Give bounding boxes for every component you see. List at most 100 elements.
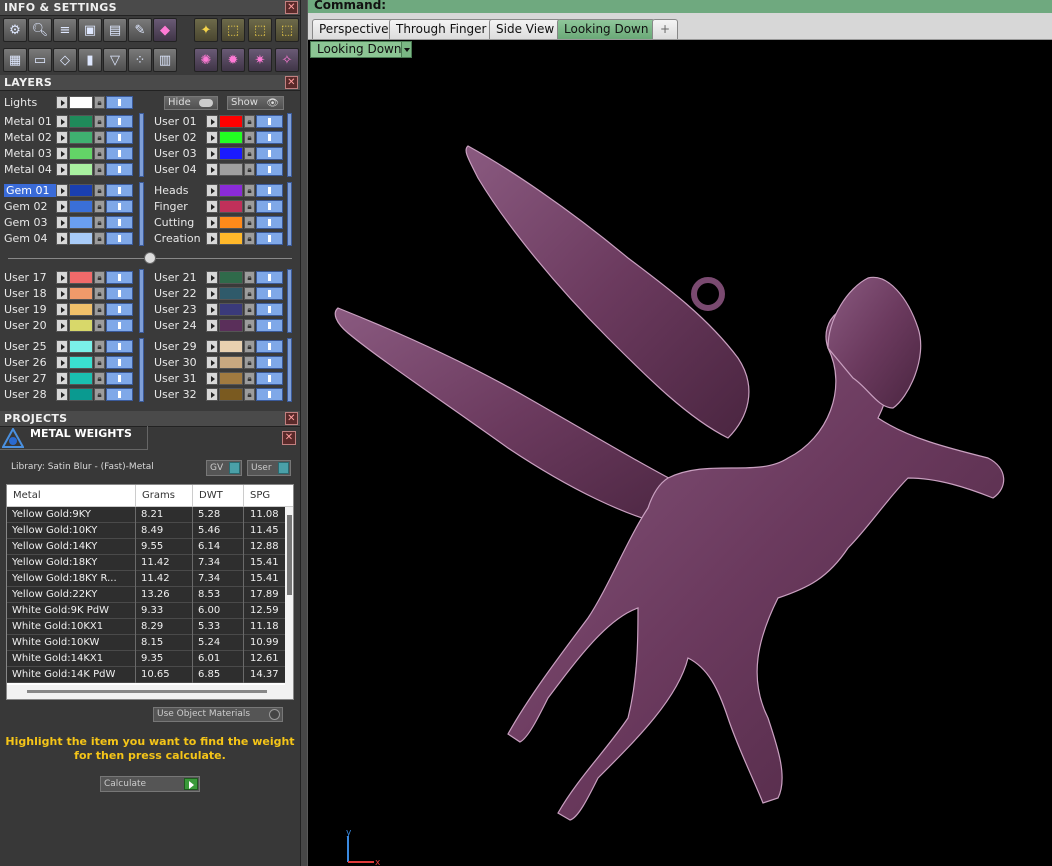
layer-row[interactable]: User 25 🔒︎: [4, 338, 133, 354]
lock-icon[interactable]: 🔒︎: [244, 130, 255, 144]
pencil-icon[interactable]: ✎: [128, 18, 152, 42]
layer-color-swatch[interactable]: [69, 215, 93, 229]
visibility-toggle[interactable]: [106, 130, 133, 144]
layer-name[interactable]: User 28: [4, 388, 56, 401]
layer-color-swatch[interactable]: [219, 371, 243, 385]
expand-arrow-icon[interactable]: [56, 270, 68, 284]
model-viewport[interactable]: [308, 58, 1052, 866]
layer-row[interactable]: User 29 🔒︎: [154, 338, 283, 354]
layer-row[interactable]: User 27 🔒︎: [4, 370, 133, 386]
snap-icon[interactable]: ✹: [221, 48, 245, 72]
funnel-icon[interactable]: ▽: [103, 48, 127, 72]
visibility-toggle[interactable]: [106, 114, 133, 128]
orbit-icon[interactable]: ✺: [194, 48, 218, 72]
expand-arrow-icon[interactable]: [56, 183, 68, 197]
lock-icon[interactable]: 🔒︎: [244, 286, 255, 300]
layer-color-swatch[interactable]: [219, 199, 243, 213]
table-row[interactable]: Yellow Gold:10KY 8.49 5.46 11.45: [7, 523, 287, 539]
lock-icon[interactable]: 🔒︎: [94, 95, 105, 109]
layer-group-bar[interactable]: [287, 269, 292, 333]
lock-icon[interactable]: 🔒︎: [94, 130, 105, 144]
lock-icon[interactable]: 🔒︎: [94, 371, 105, 385]
layer-name[interactable]: User 01: [154, 115, 206, 128]
layer-color-swatch[interactable]: [219, 355, 243, 369]
layer-row[interactable]: User 20 🔒︎: [4, 317, 133, 333]
expand-arrow-icon[interactable]: [56, 286, 68, 300]
layer-color-swatch[interactable]: [219, 318, 243, 332]
layer-name[interactable]: Metal 01: [4, 115, 56, 128]
use-object-materials-toggle[interactable]: Use Object Materials: [153, 707, 283, 722]
frame-edit-icon[interactable]: ⬚: [275, 18, 299, 42]
visibility-toggle[interactable]: [256, 231, 283, 245]
vertical-scroll-thumb[interactable]: [287, 515, 292, 595]
layer-color-swatch[interactable]: [69, 387, 93, 401]
lock-icon[interactable]: 🔒︎: [94, 387, 105, 401]
magnifier-icon[interactable]: 🔍︎: [28, 18, 52, 42]
expand-arrow-icon[interactable]: [206, 302, 218, 316]
lock-icon[interactable]: 🔒︎: [94, 162, 105, 176]
layer-name[interactable]: User 02: [154, 131, 206, 144]
visibility-toggle[interactable]: [106, 318, 133, 332]
layer-name[interactable]: Creation: [154, 232, 206, 245]
table-row[interactable]: White Gold:9K PdW 9.33 6.00 12.59: [7, 603, 287, 619]
layer-name[interactable]: Metal 04: [4, 163, 56, 176]
tab-perspective[interactable]: Perspective: [312, 19, 396, 39]
layer-row[interactable]: User 22 🔒︎: [154, 285, 283, 301]
lock-icon[interactable]: 🔒︎: [94, 199, 105, 213]
layer-name[interactable]: User 26: [4, 356, 56, 369]
visibility-toggle[interactable]: [256, 146, 283, 160]
expand-arrow-icon[interactable]: [206, 215, 218, 229]
tab-looking-down[interactable]: Looking Down: [557, 19, 656, 39]
expand-arrow-icon[interactable]: [56, 318, 68, 332]
layer-name[interactable]: User 18: [4, 287, 56, 300]
visibility-toggle[interactable]: [256, 199, 283, 213]
close-icon[interactable]: ✕: [285, 76, 298, 89]
layer-row-lights[interactable]: Lights 🔒︎: [4, 94, 133, 110]
layer-row[interactable]: Metal 02 🔒︎: [4, 129, 133, 145]
table-row[interactable]: Yellow Gold:18KY 11.42 7.34 15.41: [7, 555, 287, 571]
layer-row[interactable]: User 17 🔒︎: [4, 269, 133, 285]
pegasus-pendant-model[interactable]: [334, 145, 1005, 821]
visibility-toggle[interactable]: [256, 339, 283, 353]
layer-group-bar[interactable]: [287, 338, 292, 402]
layer-color-swatch[interactable]: [69, 183, 93, 197]
table-row[interactable]: White Gold:14KX1 9.35 6.01 12.61: [7, 651, 287, 667]
cube-outline-icon[interactable]: ◇: [53, 48, 77, 72]
expand-arrow-icon[interactable]: [206, 130, 218, 144]
layer-color-swatch[interactable]: [219, 270, 243, 284]
layer-name[interactable]: User 24: [154, 319, 206, 332]
tab-through-finger[interactable]: Through Finger: [389, 19, 494, 39]
visibility-toggle[interactable]: [106, 270, 133, 284]
expand-arrow-icon[interactable]: [206, 318, 218, 332]
layers-stack-icon[interactable]: ≡: [53, 18, 77, 42]
table-row[interactable]: White Gold:14K PdW 10.65 6.85 14.37: [7, 667, 287, 683]
layer-row[interactable]: Gem 03 🔒︎: [4, 214, 133, 230]
monitor-icon[interactable]: ▭: [28, 48, 52, 72]
layer-name[interactable]: User 20: [4, 319, 56, 332]
layer-color-swatch[interactable]: [69, 270, 93, 284]
expand-arrow-icon[interactable]: [56, 162, 68, 176]
expand-arrow-icon[interactable]: [206, 146, 218, 160]
layer-color-swatch[interactable]: [219, 114, 243, 128]
layer-name[interactable]: User 04: [154, 163, 206, 176]
expand-arrow-icon[interactable]: [56, 130, 68, 144]
expand-arrow-icon[interactable]: [206, 183, 218, 197]
window-grid-icon[interactable]: ▦: [3, 48, 27, 72]
layer-name[interactable]: User 30: [154, 356, 206, 369]
expand-arrow-icon[interactable]: [56, 231, 68, 245]
visibility-toggle[interactable]: [106, 387, 133, 401]
table-row[interactable]: White Gold:10KX1 8.29 5.33 11.18: [7, 619, 287, 635]
gem-icon[interactable]: ◆: [153, 18, 177, 42]
lock-icon[interactable]: 🔒︎: [94, 231, 105, 245]
layer-row[interactable]: User 30 🔒︎: [154, 354, 283, 370]
expand-arrow-icon[interactable]: [56, 215, 68, 229]
view-select-dropdown[interactable]: Looking Down: [310, 41, 412, 58]
visibility-toggle[interactable]: [256, 183, 283, 197]
expand-arrow-icon[interactable]: [206, 231, 218, 245]
layer-color-swatch[interactable]: [69, 339, 93, 353]
table-row[interactable]: Yellow Gold:9KY 8.21 5.28 11.08: [7, 507, 287, 523]
lock-icon[interactable]: 🔒︎: [244, 302, 255, 316]
layer-row[interactable]: User 01 🔒︎: [154, 113, 283, 129]
layer-name[interactable]: User 17: [4, 271, 56, 284]
panel-splitter[interactable]: [300, 0, 308, 866]
